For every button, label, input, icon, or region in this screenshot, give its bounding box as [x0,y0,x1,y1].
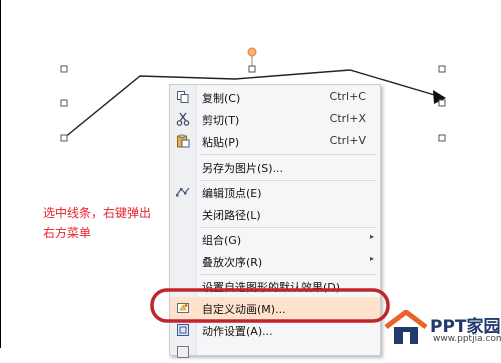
selection-handle-br[interactable] [438,134,446,142]
copy-icon [177,91,189,103]
submenu-arrow-icon: ▸ [369,254,374,263]
annotation-text: 选中线条，右键弹出 右方菜单 [43,203,151,243]
menu-item-copy[interactable]: 复制(C) Ctrl+C [170,86,380,108]
selection-handle-mr[interactable] [438,99,446,107]
submenu-arrow-icon: ▸ [369,232,374,241]
menu-item-label: 剪切(T) [202,114,240,127]
selection-handle-tc[interactable] [248,65,256,73]
selection-handle-ml[interactable] [60,99,68,107]
menu-item-label: 动作设置(A)... [202,325,273,338]
selection-handle-bl[interactable] [60,134,68,142]
custom-animation-icon [177,303,189,313]
rotation-handle[interactable] [247,47,257,57]
menu-item-save-as-picture[interactable]: 另存为图片(S)... [170,156,380,178]
logo-url: www.pptjia.com [433,334,501,344]
menu-item-action-settings[interactable]: 动作设置(A)... [170,319,380,341]
menu-item-set-default-shape[interactable]: 设置自选图形的默认效果(D) [170,275,380,297]
menu-item-cut[interactable]: 剪切(T) Ctrl+X [170,108,380,130]
menu-item-label: 复制(C) [202,92,241,105]
annotation-line-1: 选中线条，右键弹出 [43,206,152,220]
annotation-line-2: 右方菜单 [43,226,92,240]
menu-item-label: 组合(G) [202,234,242,247]
action-settings-icon [177,324,189,336]
menu-item-order[interactable]: 叠放次序(R) ▸ [170,250,380,272]
menu-item-close-path[interactable]: 关闭路径(L) [170,203,380,225]
menu-item-group[interactable]: 组合(G) ▸ [170,228,380,250]
menu-item-icon [177,346,189,358]
menu-item-shortcut: Ctrl+C [329,90,366,103]
menu-separator [200,154,376,155]
context-menu: 复制(C) Ctrl+C 剪切(T) Ctrl+X 粘贴(P) Ctrl+V 另… [169,84,381,358]
menu-item-paste[interactable]: 粘贴(P) Ctrl+V [170,130,380,152]
menu-item-partial [170,341,380,363]
house-logo-icon [384,310,428,344]
menu-item-label: 粘贴(P) [202,136,240,149]
menu-item-label: 编辑顶点(E) [202,187,262,200]
edit-vertices-icon [176,187,190,197]
selection-handle-tr[interactable] [438,65,446,73]
menu-item-shortcut: Ctrl+X [329,112,366,125]
selection-handle-tl[interactable] [60,65,68,73]
menu-item-edit-vertices[interactable]: 编辑顶点(E) [170,181,380,203]
menu-item-label: 叠放次序(R) [202,256,263,269]
menu-item-label: 另存为图片(S)... [202,162,284,175]
menu-item-custom-animation[interactable]: 自定义动画(M)... [170,297,380,319]
site-logo: PPT家园 www.pptjia.com [380,308,501,348]
menu-item-label: 设置自选图形的默认效果(D) [202,281,341,294]
scissors-icon [176,112,190,126]
paste-icon [177,134,190,148]
menu-item-label: 自定义动画(M)... [202,303,286,316]
menu-item-label: 关闭路径(L) [202,209,261,222]
menu-item-shortcut: Ctrl+V [329,134,366,147]
